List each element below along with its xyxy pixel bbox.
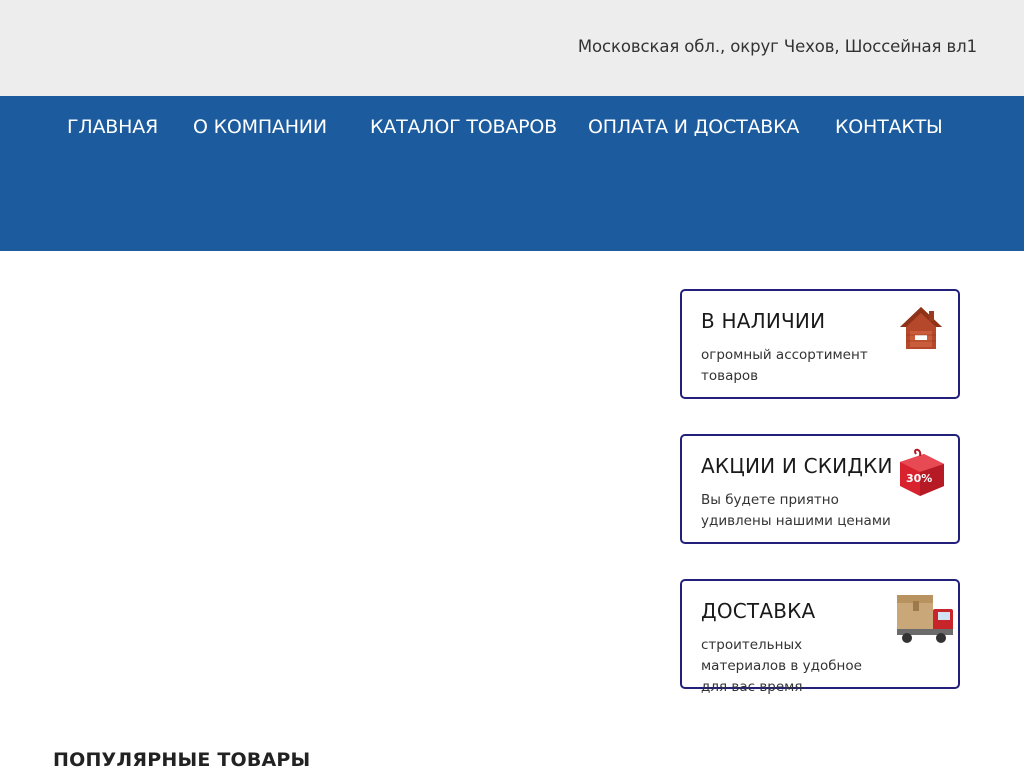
nav-item-catalog[interactable]: КАТАЛОГ ТОВАРОВ — [370, 116, 557, 138]
nav-item-about[interactable]: О КОМПАНИИ — [193, 116, 327, 138]
feature-card-delivery: ДОСТАВКА строительных материалов в удобн… — [680, 579, 960, 695]
nav-item-payment-delivery[interactable]: ОПЛАТА И ДОСТАВКА — [588, 116, 799, 138]
discount-gift-icon: 30% — [900, 448, 944, 496]
main-navigation: ГЛАВНАЯ О КОМПАНИИ КАТАЛОГ ТОВАРОВ ОПЛАТ… — [0, 96, 1024, 251]
nav-item-home[interactable]: ГЛАВНАЯ — [67, 116, 158, 138]
delivery-truck-icon — [897, 595, 953, 643]
feature-card-title: В НАЛИЧИИ — [701, 309, 826, 333]
top-bar: Московская обл., округ Чехов, Шоссейная … — [0, 0, 1024, 96]
feature-card-in-stock: В НАЛИЧИИ огромный ассортимент товаров — [680, 289, 960, 399]
popular-products-heading: ПОПУЛЯРНЫЕ ТОВАРЫ — [53, 749, 311, 768]
feature-card-text: строительных материалов в удобное для ва… — [701, 637, 862, 695]
feature-card-text: Вы будете приятно удивлены нашими ценами — [701, 492, 891, 529]
feature-card-discounts: АКЦИИ И СКИДКИ Вы будете приятно удивлен… — [680, 434, 960, 544]
feature-card-title: АКЦИИ И СКИДКИ — [701, 454, 893, 478]
feature-card-title: ДОСТАВКА — [701, 599, 816, 623]
feature-card-text: огромный ассортимент товаров — [701, 347, 868, 384]
svg-text:30%: 30% — [906, 472, 932, 485]
house-icon — [900, 307, 942, 349]
nav-item-contacts[interactable]: КОНТАКТЫ — [835, 116, 943, 138]
address-text: Московская обл., округ Чехов, Шоссейная … — [577, 37, 977, 56]
